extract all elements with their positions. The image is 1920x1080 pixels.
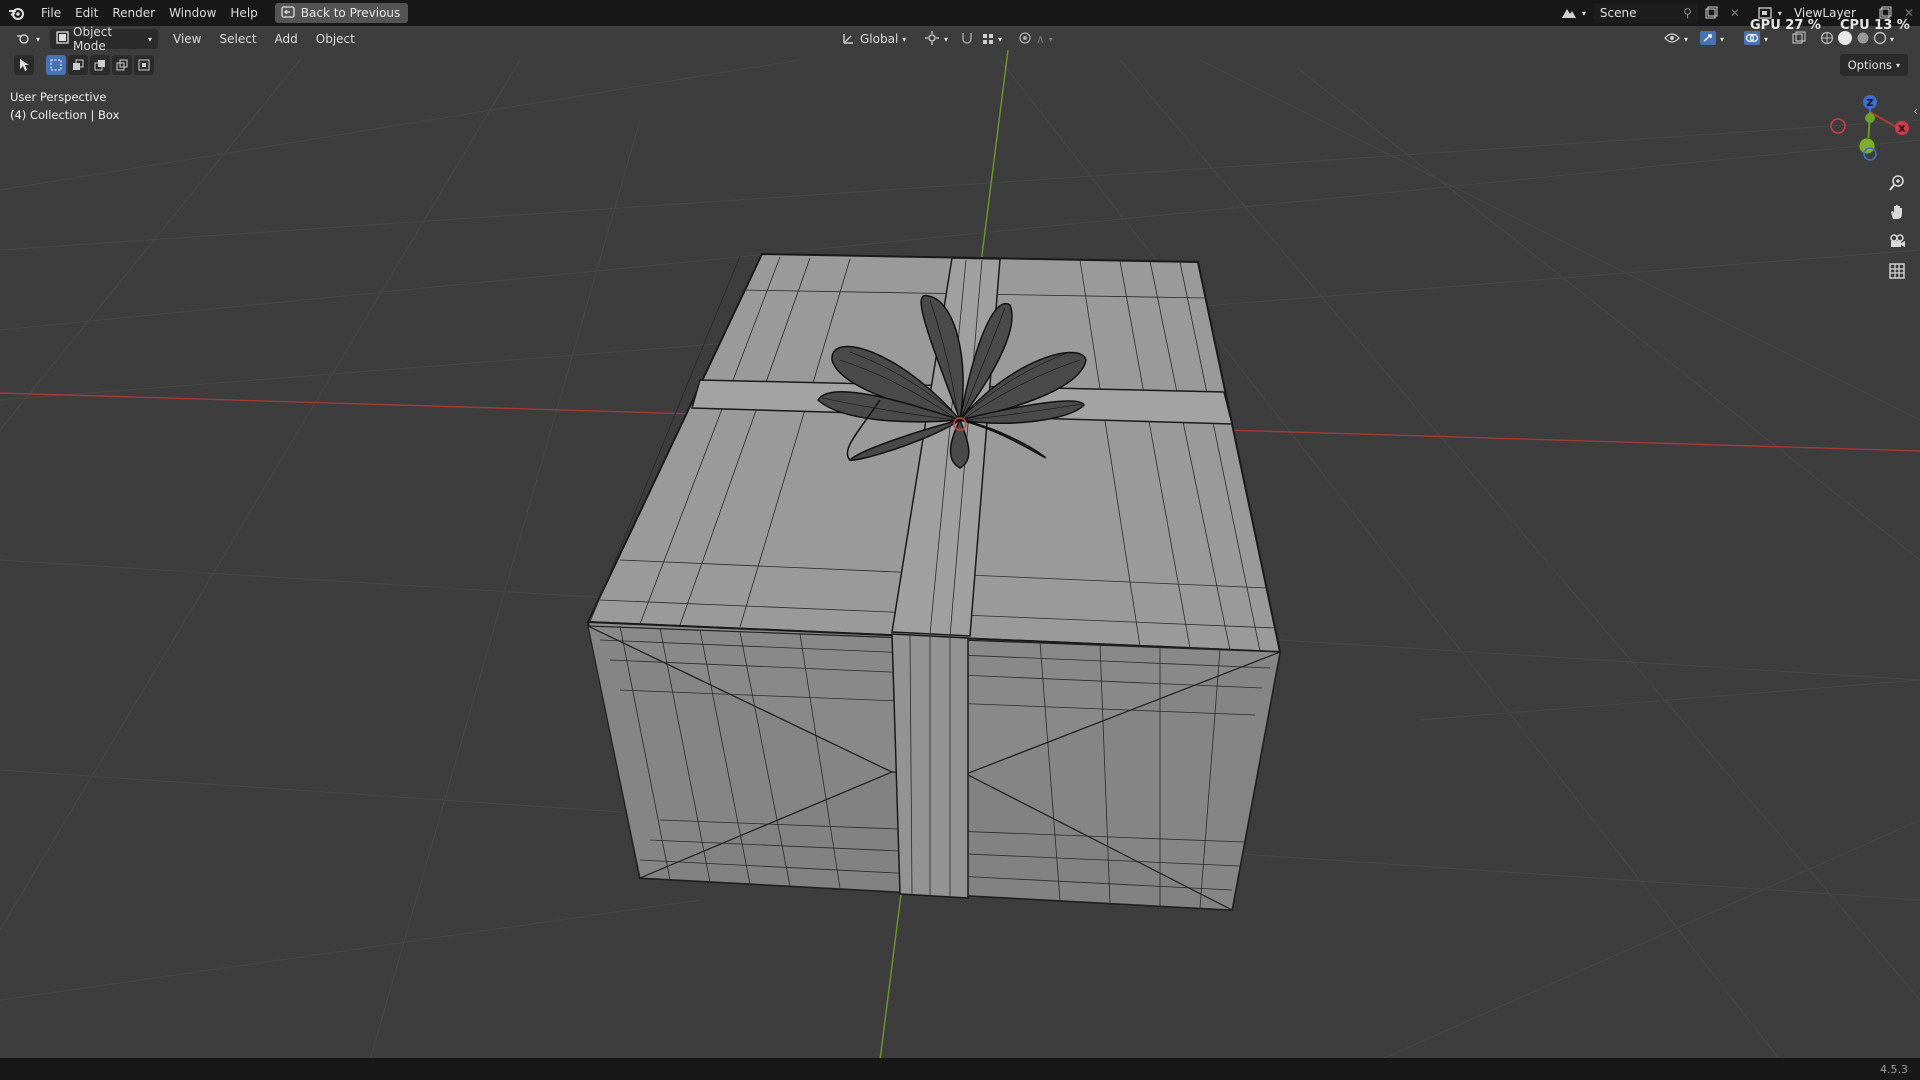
viewport-menu-select[interactable]: Select [211,29,266,49]
proportional-icon [1018,31,1032,48]
pin-icon[interactable]: ⚲ [1683,6,1692,20]
xray-icon [1792,31,1806,48]
scene-field[interactable]: Scene ⚲ [1593,3,1698,23]
camera-icon[interactable] [1884,228,1910,254]
editor-type-icon [16,31,32,48]
gizmo-x-label: X [1898,124,1906,135]
menu-help[interactable]: Help [223,0,264,26]
proportional-editing-toggle[interactable]: ∧ ▾ [1012,29,1059,49]
transform-icon [842,31,856,48]
shading-mode-group[interactable]: ▾ [1814,29,1900,49]
navigation-gizmo[interactable]: Z X [1810,90,1920,180]
options-label: Options [1847,58,1892,72]
viewport-menu-object[interactable]: Object [307,29,364,49]
viewport-menu-view[interactable]: View [164,29,210,49]
shading-wireframe-icon[interactable] [1820,31,1834,48]
blender-icon[interactable] [0,0,34,26]
transform-orientation-dropdown[interactable]: Global ▾ [836,29,912,49]
viewport-menu-add[interactable]: Add [266,29,307,49]
visibility-icon [1664,32,1680,47]
selection-mode-subtract[interactable] [90,55,110,75]
shading-rendered-icon[interactable] [1873,31,1887,48]
tool-settings-row [14,55,154,77]
object-mode-dropdown[interactable]: Object Mode ▾ [50,25,159,53]
options-button[interactable]: Options ▾ [1839,54,1908,76]
menu-render[interactable]: Render [105,0,162,26]
collection-info: (4) Collection | Box [10,108,120,122]
selection-mode-extend[interactable] [68,55,88,75]
status-bar [0,1058,1920,1080]
transform-orientation-label: Global [860,32,899,46]
gizmo-toggle[interactable]: ▾ [1694,29,1730,49]
viewport-header: ▾ Object Mode ▾ View Select Add Object G… [0,25,1920,53]
editor-type-button[interactable]: ▾ [10,29,46,49]
shading-solid-icon[interactable] [1837,30,1853,49]
new-scene-icon[interactable] [1698,3,1724,23]
back-to-previous-button[interactable]: Back to Previous [274,3,409,23]
snap-target-dropdown[interactable]: ▾ [976,29,1008,49]
pivot-icon [924,30,940,48]
object-mode-label: Object Mode [73,25,113,53]
overlay-toggle[interactable]: ▾ [1738,29,1774,49]
xray-toggle[interactable] [1786,29,1812,49]
sidebar-toggle-icon[interactable]: ‹ [1913,104,1918,118]
top-menubar: File Edit Render Window Help Back to Pre… [0,0,1920,26]
pivot-point-dropdown[interactable]: ▾ [918,29,954,49]
hand-icon[interactable] [1884,199,1910,225]
selection-mode-difference[interactable] [112,55,132,75]
viewport-info: User Perspective (4) Collection | Box [10,88,119,124]
menu-file[interactable]: File [34,0,68,26]
gizmo-z-label: Z [1866,98,1873,109]
gizmo-icon [1700,30,1716,48]
view-name: User Perspective [10,90,107,104]
overlay-icon [1744,30,1760,48]
delete-scene-icon[interactable]: ✕ [1724,3,1746,23]
3d-viewport[interactable] [0,0,1920,1080]
version-label: 4.5.3 [1880,1063,1908,1076]
blender-app: File Edit Render Window Help Back to Pre… [0,0,1920,1080]
back-to-previous-label: Back to Previous [300,6,401,20]
object-mode-icon [56,31,69,47]
selection-mode-group [46,55,154,77]
menu-edit[interactable]: Edit [68,0,105,26]
visibility-dropdown[interactable]: ▾ [1658,29,1694,49]
shading-material-icon[interactable] [1856,31,1870,48]
select-tool-button[interactable] [14,55,34,75]
scene-selector-icon[interactable]: ▾ [1554,3,1592,23]
menu-window[interactable]: Window [162,0,223,26]
zoom-icon[interactable] [1884,170,1910,196]
selection-mode-new[interactable] [46,55,66,75]
snap-icon [960,31,974,48]
grid-icon[interactable] [1884,258,1910,284]
scene-name: Scene [1599,6,1637,20]
back-icon [281,5,295,21]
selection-mode-intersect[interactable] [134,55,154,75]
